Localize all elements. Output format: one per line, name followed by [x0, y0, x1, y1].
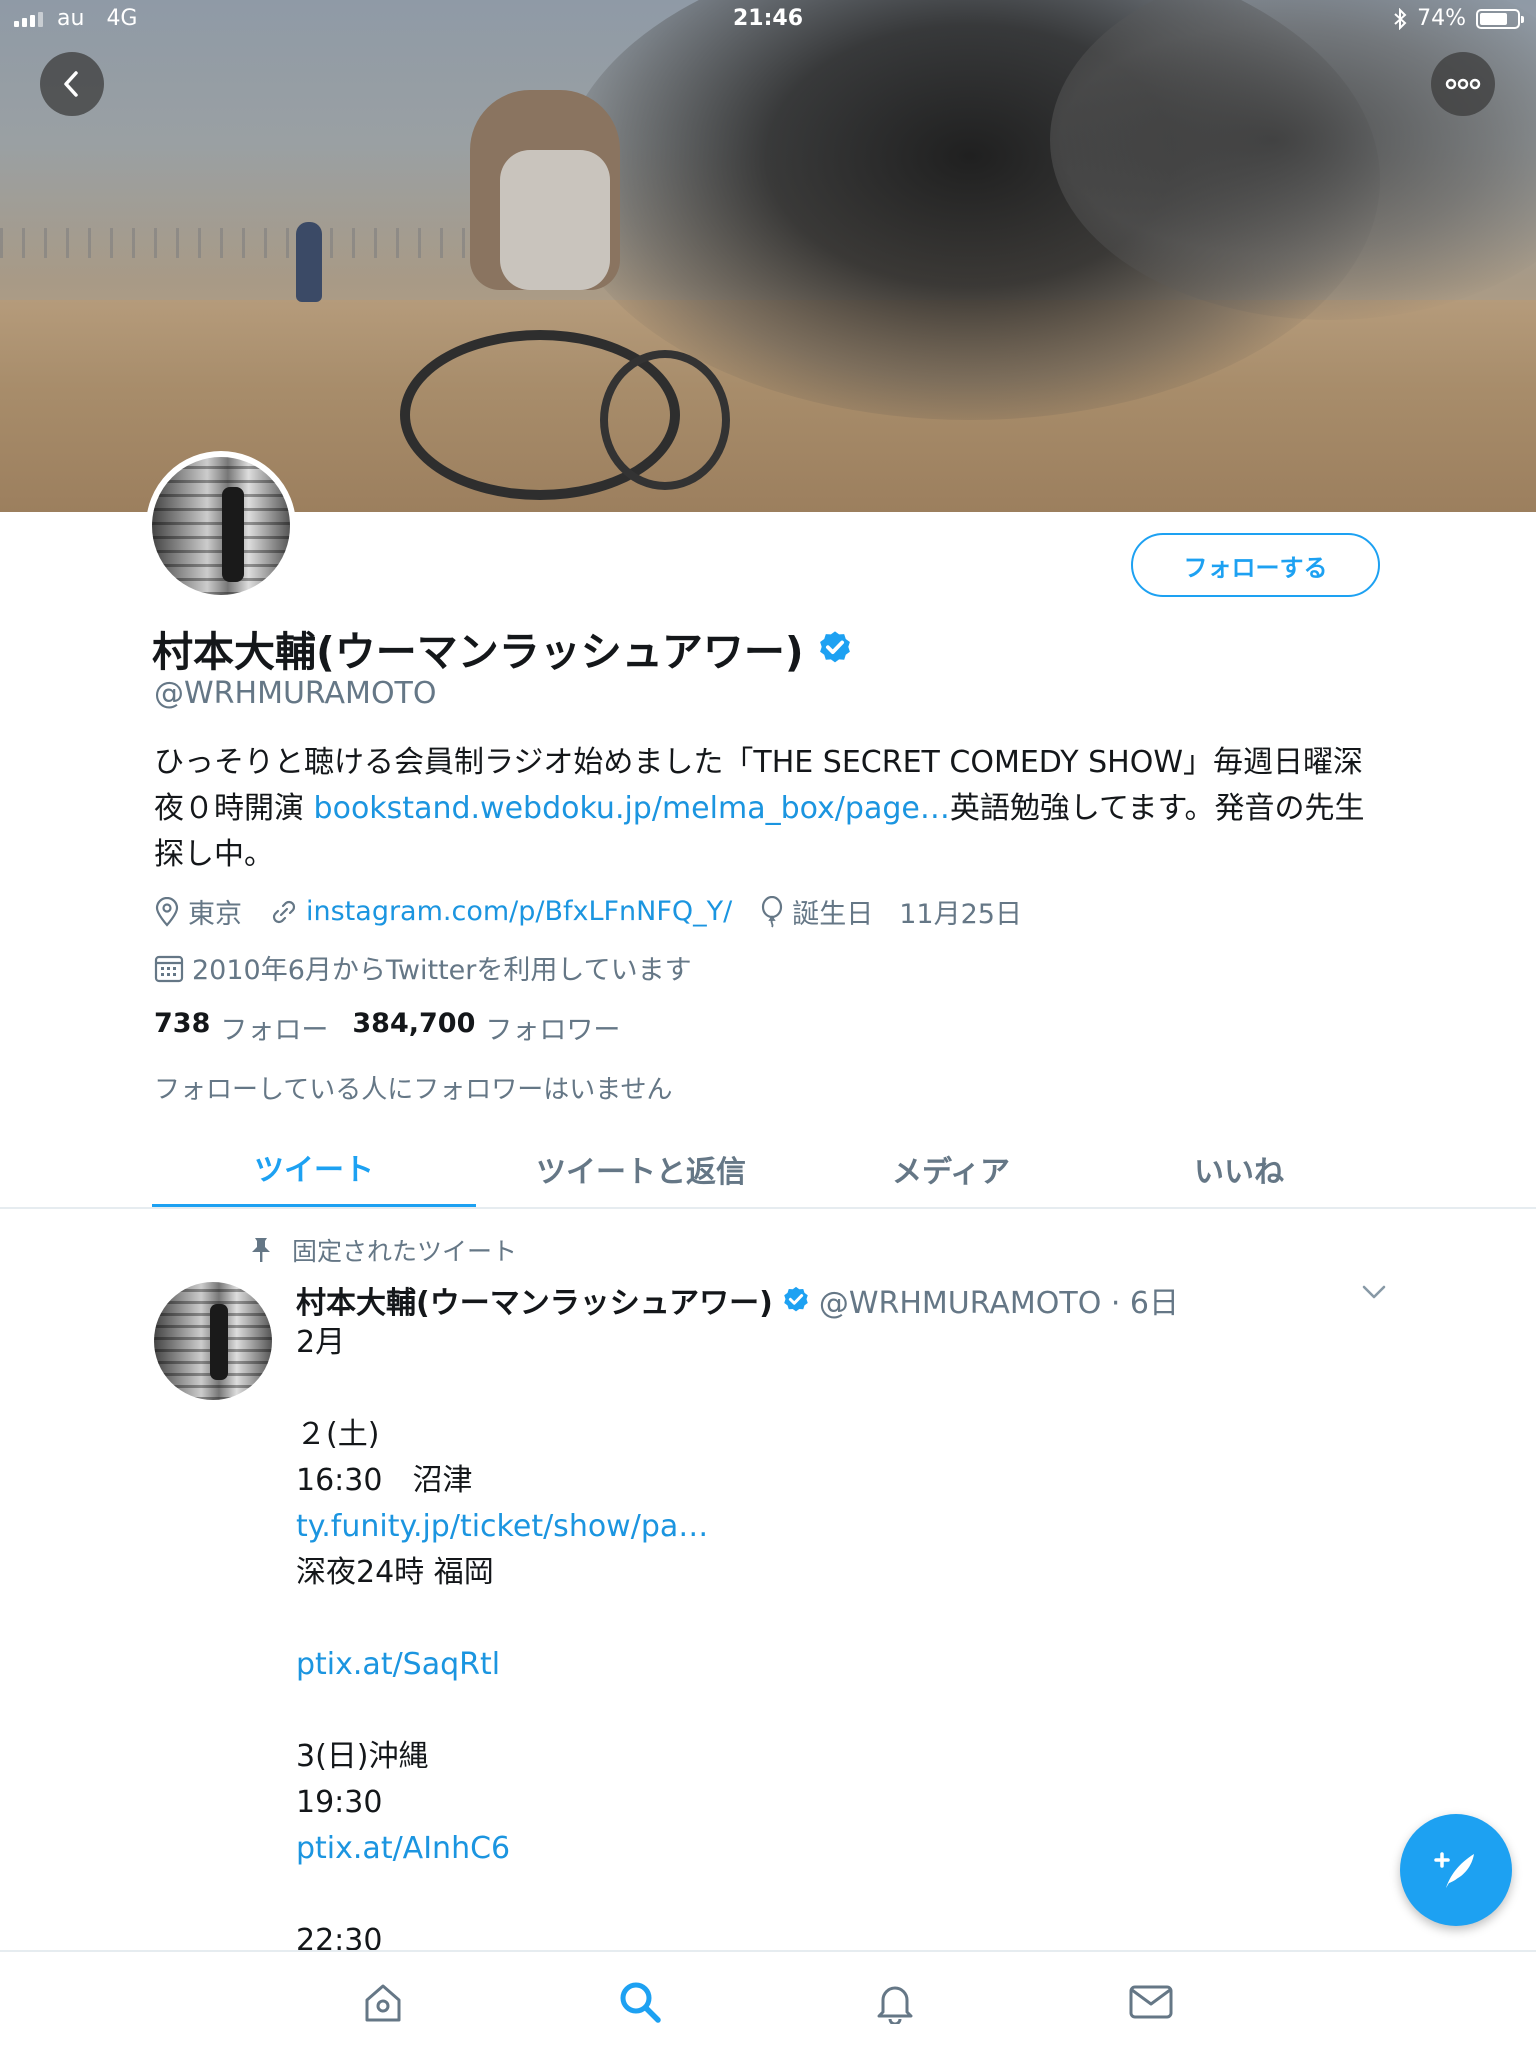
bluetooth-icon — [1394, 7, 1407, 30]
tweet-link[interactable]: ptix.at/AInhC6 — [296, 1826, 1346, 1872]
tweet-line — [296, 1688, 1346, 1734]
profile-display-name: 村本大輔(ウーマンラッシュアワー) — [152, 618, 854, 678]
chevron-left-icon — [64, 71, 78, 97]
follow-button[interactable]: フォローする — [1131, 533, 1380, 597]
banner-person-shirt — [500, 150, 610, 290]
tweet-line: 16:30 沼津 — [296, 1463, 473, 1498]
tweet-line — [296, 1596, 1346, 1642]
tweet-line: ２(土) — [296, 1417, 380, 1452]
tab-likes-label: いいね — [1194, 1155, 1284, 1190]
followed-by-text: フォローしている人にフォロワーはいません — [154, 1075, 673, 1105]
tweet-line: 3(日)沖縄 — [296, 1739, 429, 1774]
nav-home[interactable] — [359, 1978, 407, 2026]
bottom-navigation — [0, 1950, 1536, 2048]
tweet-meta: @WRHMURAMOTO · 6日 — [818, 1286, 1180, 1321]
tabs-divider — [0, 1207, 1536, 1209]
profile-location: 東京 — [154, 892, 242, 931]
tab-media-label: メディア — [892, 1155, 1010, 1190]
status-bar: au 4G 21:46 74% — [0, 0, 1536, 40]
following-count[interactable]: 738 — [154, 1008, 210, 1047]
pinned-indicator: 固定されたツイート — [250, 1232, 517, 1268]
banner-wheelchair-wheel-front — [600, 350, 730, 490]
birthday-text: 11月25日 — [899, 899, 1022, 930]
location-text: 東京 — [188, 899, 242, 930]
profile-website[interactable]: instagram.com/p/BfxLFnNFQ_Y/ — [270, 896, 732, 927]
battery-percent: 74% — [1417, 6, 1466, 31]
profile-meta: 東京 instagram.com/p/BfxLFnNFQ_Y/ 誕生日 11月2… — [154, 892, 1050, 931]
tweet-header: 村本大輔(ウーマンラッシュアワー) @WRHMURAMOTO · 6日 — [296, 1278, 1179, 1322]
tweet-link[interactable]: ptix.at/SaqRtl — [296, 1642, 1346, 1688]
more-dots-icon — [1445, 78, 1481, 90]
tweet-line — [296, 1872, 1346, 1918]
location-pin-icon — [155, 896, 179, 927]
profile-bio: ひっそりと聴ける会員制ラジオ始めました「THE SECRET COMEDY SH… — [154, 740, 1384, 878]
nav-search[interactable] — [616, 1978, 664, 2026]
tab-tweets-label: ツイート — [254, 1153, 374, 1188]
compose-tweet-icon — [1434, 1852, 1474, 1888]
tweet-line: 19:30 — [296, 1785, 383, 1820]
profile-birthday: 誕生日 11月25日 — [760, 892, 1022, 931]
profile-tabs: ツイート ツイートと返信 メディア いいね — [152, 1130, 1382, 1208]
calendar-icon — [154, 955, 184, 982]
nav-messages[interactable] — [1127, 1978, 1175, 2026]
tweet-line: 2月 — [296, 1325, 346, 1360]
following-label[interactable]: フォロー — [220, 1008, 328, 1047]
tab-media[interactable]: メディア — [806, 1130, 1096, 1208]
profile-handle: @WRHMURAMOTO — [154, 676, 437, 711]
compose-tweet-button[interactable] — [1400, 1814, 1512, 1926]
tweet-avatar[interactable] — [154, 1282, 272, 1400]
battery-icon — [1476, 8, 1524, 29]
tweet-link[interactable]: ty.funity.jp/ticket/show/pa… — [296, 1504, 1346, 1550]
follow-counts: 738 フォロー 384,700 フォロワー — [154, 1008, 634, 1047]
tweet-line — [296, 1366, 1346, 1412]
link-icon — [272, 900, 296, 923]
tab-tweets-and-replies[interactable]: ツイートと返信 — [476, 1130, 806, 1208]
profile-avatar[interactable] — [146, 451, 296, 601]
pin-icon — [252, 1238, 270, 1262]
nav-notifications[interactable] — [871, 1978, 919, 2026]
pinned-label: 固定されたツイート — [292, 1237, 518, 1266]
balloon-icon — [762, 895, 783, 927]
banner-background-figure — [296, 222, 322, 302]
tweet-text: 2月 ２(土) 16:30 沼津 ty.funity.jp/ticket/show/p… — [296, 1320, 1346, 1964]
chevron-down-icon[interactable] — [1360, 1282, 1388, 1302]
birthday-label: 誕生日 — [792, 899, 874, 930]
display-name-text: 村本大輔(ウーマンラッシュアワー) — [152, 628, 804, 676]
followers-count[interactable]: 384,700 — [352, 1008, 475, 1047]
back-button[interactable] — [40, 52, 104, 116]
messages-icon — [1129, 1985, 1173, 2019]
website-link[interactable]: instagram.com/p/BfxLFnNFQ_Y/ — [306, 896, 732, 927]
followers-label[interactable]: フォロワー — [485, 1008, 620, 1047]
verified-badge-icon — [819, 631, 850, 663]
tab-tweets-and-replies-label: ツイートと返信 — [536, 1155, 746, 1190]
joined-text: 2010年6月からTwitterを利用しています — [192, 955, 692, 986]
bio-link[interactable]: bookstand.webdoku.jp/melma_box/page… — [314, 791, 950, 826]
clock: 21:46 — [732, 6, 804, 31]
profile-joined: 2010年6月からTwitterを利用しています — [154, 948, 692, 987]
verified-badge-icon — [784, 1286, 808, 1312]
search-icon — [620, 1982, 661, 2023]
tab-likes[interactable]: いいね — [1096, 1130, 1382, 1208]
more-options-button[interactable] — [1431, 52, 1495, 116]
home-icon — [365, 1984, 401, 2022]
tweet-author-name[interactable]: 村本大輔(ウーマンラッシュアワー) — [296, 1278, 773, 1322]
tweet-line: 深夜24時 福岡 — [296, 1555, 494, 1590]
header-photo[interactable] — [0, 0, 1536, 512]
notifications-icon — [877, 1986, 913, 2024]
tab-tweets[interactable]: ツイート — [152, 1130, 476, 1208]
